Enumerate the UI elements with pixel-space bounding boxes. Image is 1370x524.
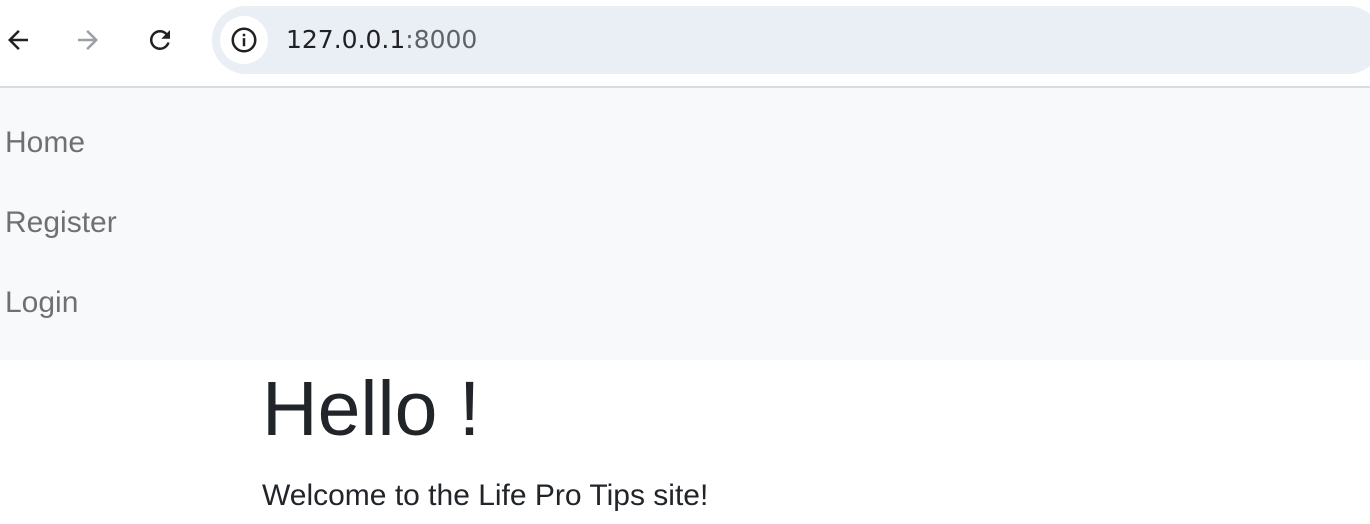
url-host: 127.0.0.1 <box>286 25 406 54</box>
url-text[interactable]: 127.0.0.1:8000 <box>286 6 477 74</box>
info-icon <box>231 27 257 53</box>
url-port: :8000 <box>405 25 478 54</box>
reload-button[interactable] <box>142 22 178 58</box>
nav-link-login[interactable]: Login <box>5 286 78 320</box>
arrow-right-icon <box>78 30 98 50</box>
back-button[interactable] <box>0 22 36 58</box>
site-navbar: Home Register Login <box>0 88 1370 360</box>
page-heading: Hello ! <box>262 366 481 452</box>
nav-link-register[interactable]: Register <box>5 206 117 240</box>
browser-toolbar: 127.0.0.1:8000 <box>0 0 1370 88</box>
address-bar[interactable]: 127.0.0.1:8000 <box>212 6 1370 74</box>
welcome-text: Welcome to the Life Pro Tips site! <box>262 479 709 512</box>
site-info-button[interactable] <box>220 16 268 64</box>
forward-button[interactable] <box>70 22 106 58</box>
arrow-left-icon <box>8 30 28 50</box>
nav-link-home[interactable]: Home <box>5 126 85 160</box>
reload-icon <box>149 29 170 50</box>
